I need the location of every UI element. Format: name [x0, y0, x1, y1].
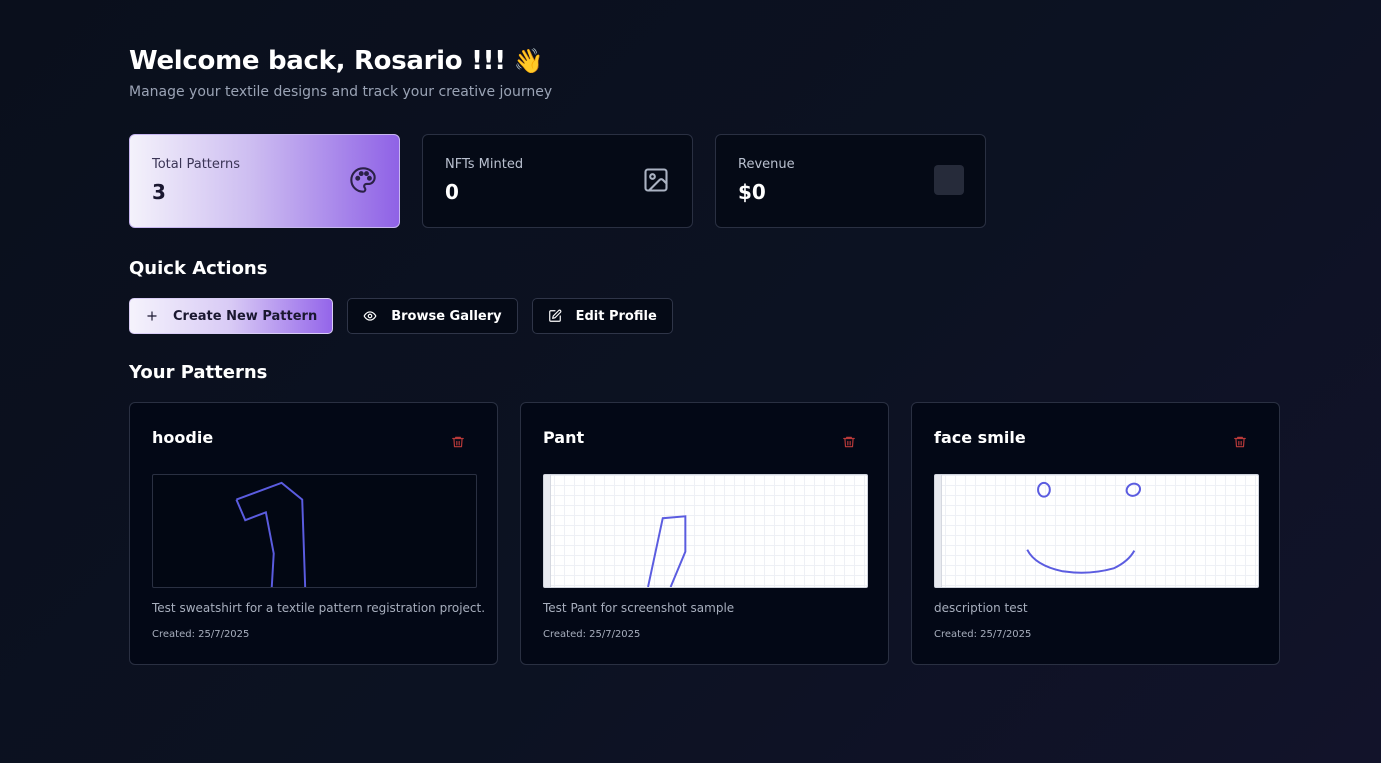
- pattern-drawing: [235, 481, 307, 587]
- edit-icon: [548, 309, 562, 322]
- revenue-icon-placeholder: [934, 165, 964, 195]
- pattern-preview: [543, 474, 868, 588]
- pattern-preview: [934, 474, 1259, 588]
- pattern-card-pant[interactable]: Pant Test Pant for screenshot sample Cre…: [520, 402, 889, 665]
- pattern-title: Pant: [543, 428, 585, 447]
- pattern-description: Test Pant for screenshot sample: [543, 601, 735, 615]
- pattern-created-date: Created: 25/7/2025: [934, 629, 1032, 640]
- pattern-title: face smile: [934, 428, 1026, 447]
- trash-icon[interactable]: [1233, 434, 1247, 450]
- trash-icon[interactable]: [451, 434, 465, 450]
- pattern-card-hoodie[interactable]: hoodie Test sweatshirt for a textile pat…: [129, 402, 498, 665]
- pattern-created-date: Created: 25/7/2025: [543, 629, 641, 640]
- quick-actions-row: Create New Pattern Browse Gallery Edit P…: [129, 298, 673, 334]
- stat-label: NFTs Minted: [445, 157, 524, 172]
- stat-value: $0: [738, 180, 766, 204]
- create-new-pattern-button[interactable]: Create New Pattern: [129, 298, 334, 334]
- welcome-heading: Welcome back, Rosario !!! 👋: [129, 44, 1280, 78]
- eye-icon: [363, 311, 377, 321]
- stat-label: Revenue: [738, 157, 795, 172]
- stat-value: 3: [152, 180, 166, 204]
- image-icon: [644, 168, 668, 192]
- edit-profile-button[interactable]: Edit Profile: [531, 298, 673, 334]
- stat-label: Total Patterns: [152, 157, 241, 172]
- quick-actions-title: Quick Actions: [129, 258, 268, 279]
- browse-gallery-button[interactable]: Browse Gallery: [347, 298, 518, 334]
- dashboard: Welcome back, Rosario !!! 👋 Manage your …: [129, 44, 1280, 665]
- stat-card-total-patterns[interactable]: Total Patterns 3: [129, 134, 400, 228]
- pattern-drawing: [1026, 481, 1142, 574]
- button-label: Create New Pattern: [173, 308, 318, 324]
- stats-row: Total Patterns 3 NFTs Minted 0 Revenue $…: [129, 134, 986, 228]
- pattern-description: description test: [934, 601, 1028, 615]
- pattern-preview: [152, 474, 477, 588]
- stat-card-revenue[interactable]: Revenue $0: [715, 134, 986, 228]
- patterns-grid: hoodie Test sweatshirt for a textile pat…: [129, 402, 1280, 665]
- trash-icon[interactable]: [842, 434, 856, 450]
- pattern-card-face-smile[interactable]: face smile description test Created: 25/…: [911, 402, 1280, 665]
- welcome-text: Welcome back, Rosario !!!: [129, 46, 506, 76]
- pattern-description: Test sweatshirt for a textile pattern re…: [152, 601, 486, 615]
- your-patterns-title: Your Patterns: [129, 362, 268, 383]
- button-label: Edit Profile: [575, 308, 657, 324]
- wave-emoji: 👋: [513, 47, 544, 75]
- welcome-subtitle: Manage your textile designs and track yo…: [129, 84, 553, 100]
- pattern-title: hoodie: [152, 428, 214, 447]
- pattern-created-date: Created: 25/7/2025: [152, 629, 250, 640]
- button-label: Browse Gallery: [391, 308, 502, 324]
- palette-icon: [350, 167, 376, 193]
- stat-value: 0: [445, 180, 459, 204]
- plus-icon: [147, 311, 157, 321]
- pattern-drawing: [647, 515, 687, 587]
- stat-card-nfts-minted[interactable]: NFTs Minted 0: [422, 134, 693, 228]
